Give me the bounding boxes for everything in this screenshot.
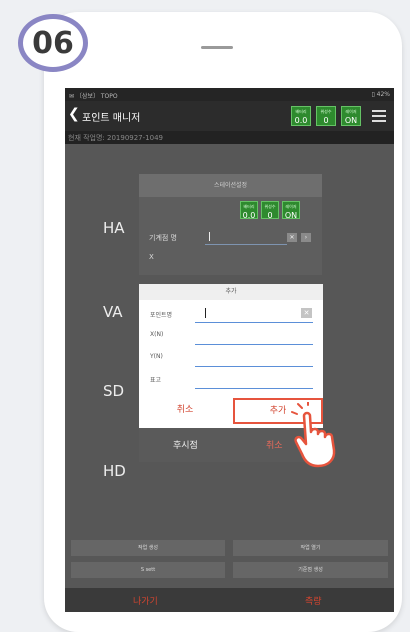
tap-hand-icon — [291, 402, 336, 468]
elevation-label: 표고 — [150, 377, 162, 384]
indicator-label: 위성수 — [320, 109, 332, 114]
indicator-value: 0.0 — [294, 116, 308, 125]
clear-icon[interactable]: ✕ — [287, 233, 297, 242]
create-reference-point-button[interactable]: 기준점 생성 — [233, 562, 388, 578]
backsight-cancel-button[interactable]: 취소 — [266, 438, 283, 451]
sd-label: SD — [103, 382, 125, 400]
backsight-button[interactable]: 후시점 — [173, 438, 198, 451]
phone-speaker — [201, 46, 233, 49]
point-name-label: 포인트명 — [150, 312, 173, 319]
step-number-badge: 06 — [18, 14, 88, 72]
satellite-indicator: 위성수 0 — [261, 201, 279, 220]
indicator-value: ON — [344, 116, 358, 125]
indicator-value: 0.0 — [242, 211, 256, 220]
instrument-point-label: 기계점 명 — [149, 234, 177, 242]
status-bar: ✉ 〔삼보〕 TOPO ▯ 42% — [65, 88, 394, 101]
laser-indicator[interactable]: 레이저 ON — [341, 106, 361, 126]
indicator-label: 레이저 — [285, 204, 297, 209]
y-n-label: Y(N) — [150, 353, 163, 360]
indicator-value: ON — [284, 211, 298, 220]
text-cursor — [209, 232, 210, 241]
instrument-point-input[interactable] — [205, 244, 287, 245]
x-n-input[interactable] — [195, 344, 313, 345]
indicator-label: 레이저 — [345, 109, 357, 114]
satellite-indicator: 위성수 0 — [316, 106, 336, 126]
menu-icon[interactable] — [372, 110, 386, 122]
bottom-nav: 나가기 측량 — [65, 588, 394, 612]
clear-icon[interactable]: ✕ — [301, 308, 312, 318]
status-left-text: ✉ 〔삼보〕 TOPO — [69, 93, 118, 100]
job-bar: 현재 작업명: 20190927-1049 — [65, 131, 394, 144]
battery-status: ▯ 42% — [371, 91, 390, 98]
arrow-right-icon[interactable]: › — [301, 233, 311, 242]
indicator-label: 위성수 — [264, 204, 276, 209]
laser-indicator[interactable]: 레이저 ON — [282, 201, 300, 220]
station-setup-panel: 배터리 0.0 위성수 0 레이저 ON 기계점 명 ✕ › X — [139, 197, 322, 275]
measure-button[interactable]: 측량 — [305, 594, 322, 607]
elevation-input[interactable] — [195, 388, 313, 389]
page-title: 포인트 매니저 — [82, 113, 141, 124]
indicator-label: 배터리 — [295, 109, 307, 114]
indicator-value: 0 — [267, 211, 273, 220]
x-n-label: X(N) — [150, 331, 164, 338]
ha-label: HA — [103, 219, 125, 237]
s-sett-button[interactable]: S sett — [71, 562, 225, 578]
battery-indicator: 배터리 0.0 — [240, 201, 258, 220]
app-header: ❮ 포인트 매니저 배터리 0.0 위성수 0 레이저 ON — [65, 101, 394, 131]
text-cursor — [205, 308, 206, 318]
indicator-label: 배터리 — [243, 204, 255, 209]
y-n-input[interactable] — [195, 366, 313, 367]
current-job-label: 현재 작업명: 20190927-1049 — [68, 134, 163, 142]
battery-indicator: 배터리 0.0 — [291, 106, 311, 126]
exit-button[interactable]: 나가기 — [133, 594, 158, 607]
station-setup-header: 스테이션설정 — [139, 174, 322, 197]
x-coordinate-label: X — [149, 253, 154, 261]
point-name-input[interactable] — [195, 322, 313, 323]
back-arrow-icon[interactable]: ❮ — [68, 107, 80, 121]
cancel-button[interactable]: 취소 — [139, 398, 231, 422]
dialog-title: 추가 — [139, 284, 323, 300]
create-job-button[interactable]: 작업 생성 — [71, 540, 225, 556]
va-label: VA — [103, 303, 123, 321]
open-job-button[interactable]: 작업 열기 — [233, 540, 388, 556]
hd-label: HD — [103, 462, 126, 480]
app-screen: ✉ 〔삼보〕 TOPO ▯ 42% ❮ 포인트 매니저 배터리 0.0 위성수 … — [65, 88, 394, 612]
indicator-value: 0 — [323, 116, 329, 125]
